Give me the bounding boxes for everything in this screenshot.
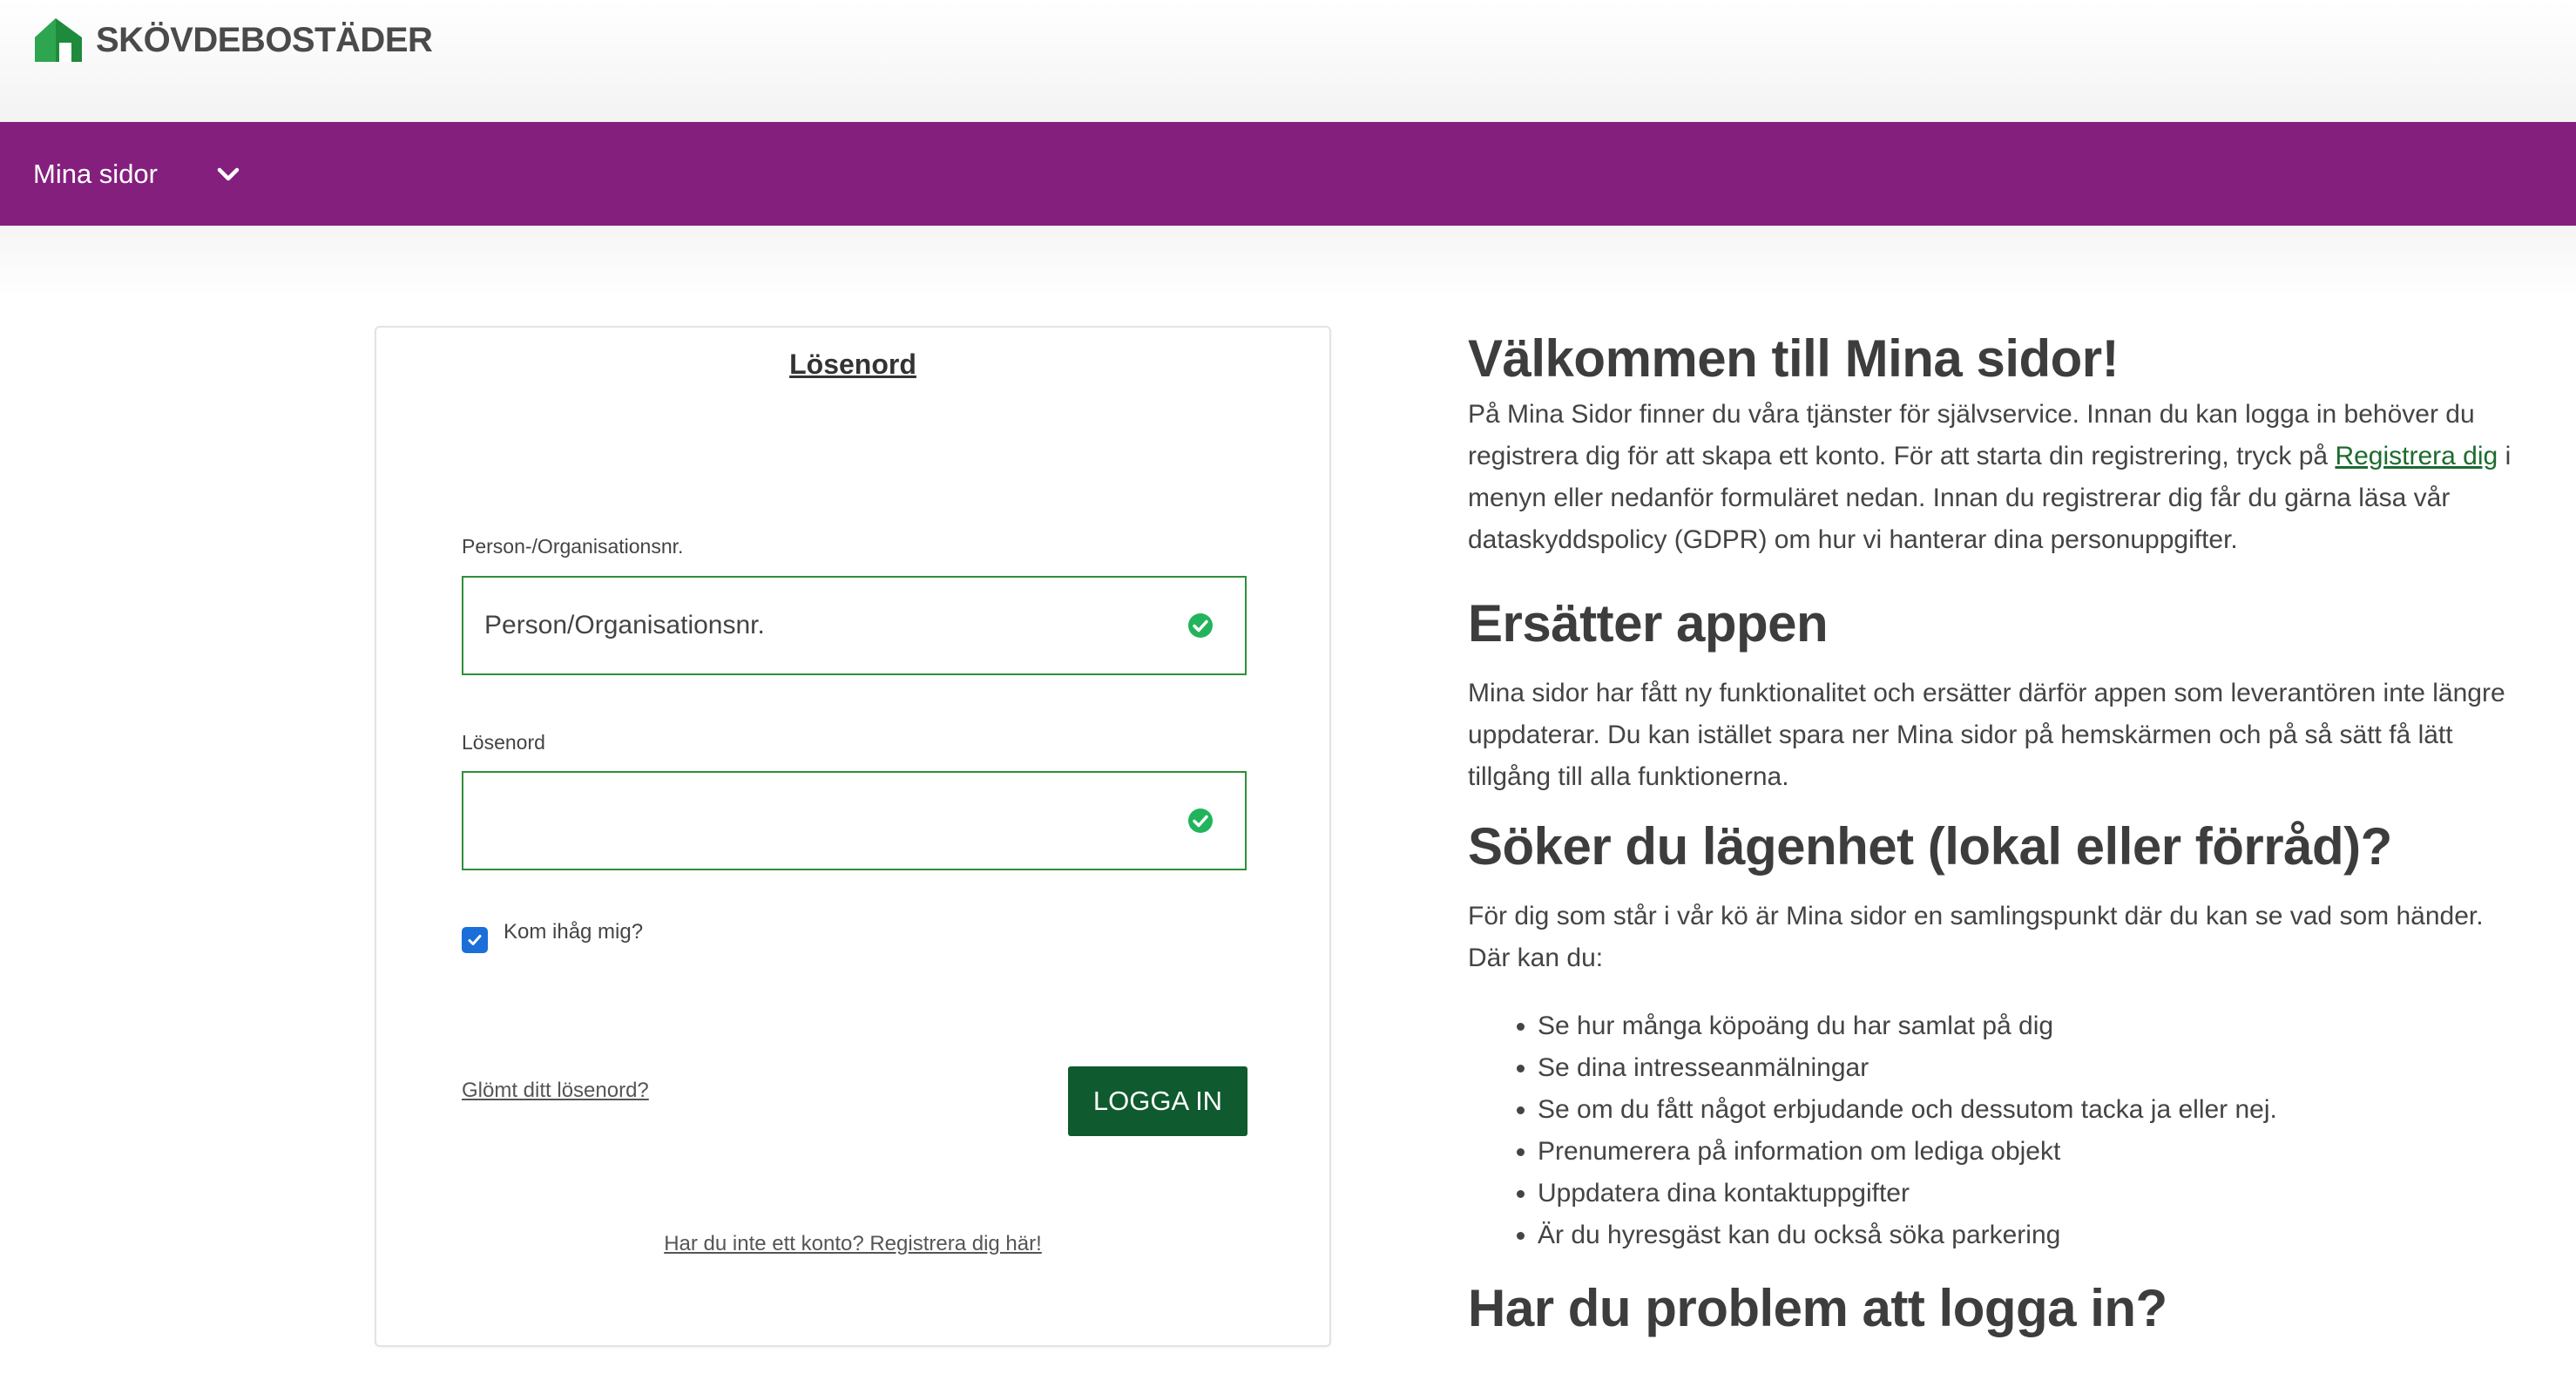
house-icon [35, 18, 82, 62]
remember-me-checkbox[interactable] [462, 927, 488, 953]
apartment-list: Se hur många köpoäng du har samlat på di… [1468, 1005, 2531, 1256]
apartment-heading: Söker du lägenhet (lokal eller förråd)? [1468, 817, 2392, 876]
nav-item-label: Mina sidor [33, 158, 158, 189]
list-item: Prenumerera på information om lediga obj… [1538, 1131, 2531, 1173]
nav-item-mina-sidor[interactable]: Mina sidor [33, 122, 241, 226]
logo-text: SKÖVDEBOSTÄDER [96, 20, 433, 59]
welcome-heading: Välkommen till Mina sidor! [1468, 329, 2120, 388]
login-tab-title[interactable]: Lösenord [376, 348, 1329, 381]
remember-me-row: Kom ihåg mig? [462, 920, 643, 953]
password-field [462, 771, 1247, 870]
register-inline-link[interactable]: Registrera dig [2335, 442, 2498, 470]
register-link[interactable]: Har du inte ett konto? Registrera dig hä… [376, 1232, 1329, 1256]
password-input[interactable] [484, 773, 1164, 869]
welcome-text-part-1: På Mina Sidor finner du våra tjänster fö… [1468, 400, 2475, 470]
app-heading: Ersätter appen [1468, 594, 1829, 653]
chevron-down-icon [215, 161, 241, 187]
checkmark-icon [468, 935, 482, 945]
login-card: Lösenord Person-/Organisationsnr. Löseno… [375, 326, 1331, 1347]
id-input[interactable] [484, 578, 1164, 673]
list-item: Se hur många köpoäng du har samlat på di… [1538, 1005, 2531, 1047]
password-field-label: Lösenord [462, 731, 545, 754]
problem-heading: Har du problem att logga in? [1468, 1279, 2167, 1337]
welcome-text: På Mina Sidor finner du våra tjänster fö… [1468, 394, 2531, 561]
id-field-label: Person-/Organisationsnr. [462, 535, 684, 558]
list-item: Se dina intresseanmälningar [1538, 1047, 2531, 1089]
list-item: Uppdatera dina kontaktuppgifter [1538, 1173, 2531, 1214]
check-circle-icon [1188, 809, 1213, 833]
forgot-password-link[interactable]: Glömt ditt lösenord? [462, 1079, 649, 1103]
list-item: Är du hyresgäst kan du också söka parker… [1538, 1214, 2531, 1256]
site-logo[interactable]: SKÖVDEBOSTÄDER [33, 16, 433, 64]
site-header: SKÖVDEBOSTÄDER [0, 0, 2576, 122]
apartment-text: För dig som står i vår kö är Mina sidor … [1468, 902, 2484, 972]
main-navbar: Mina sidor [0, 122, 2576, 226]
list-item: Se om du fått något erbjudande och dessu… [1538, 1089, 2531, 1131]
remember-me-label[interactable]: Kom ihåg mig? [504, 920, 643, 944]
login-button[interactable]: LOGGA IN [1068, 1066, 1247, 1136]
check-circle-icon [1188, 613, 1213, 638]
info-section: Välkommen till Mina sidor! På Mina Sidor… [1468, 324, 2531, 1343]
app-text: Mina sidor har fått ny funktionalitet oc… [1468, 679, 2505, 791]
id-field [462, 576, 1247, 675]
